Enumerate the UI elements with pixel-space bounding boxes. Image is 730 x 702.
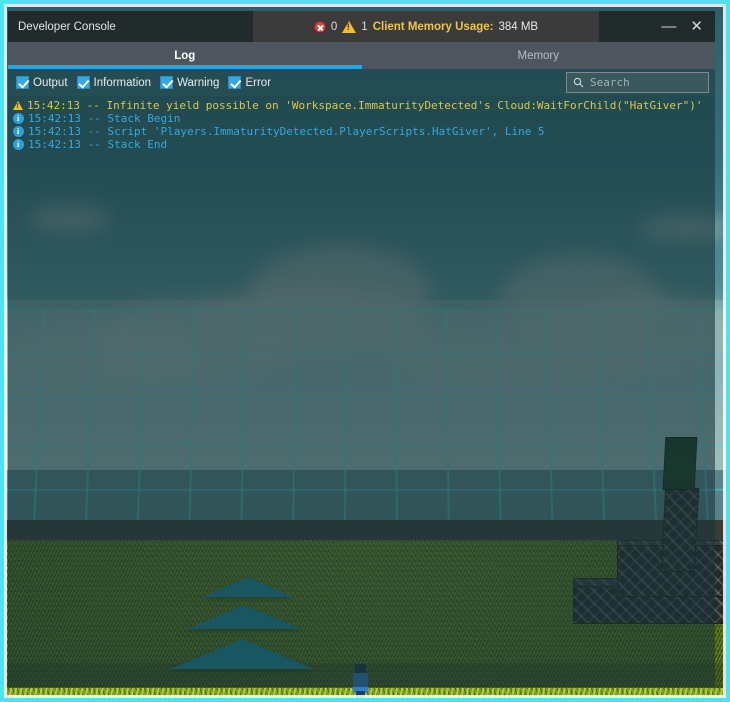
filter-information-label: Information <box>93 76 152 89</box>
filter-output-label: Output <box>33 76 68 89</box>
console-status-bar: 0 1 Client Memory Usage: 384 MB <box>253 11 599 42</box>
close-button[interactable]: ✕ <box>690 19 703 34</box>
developer-console-window[interactable]: Developer Console 0 1 Client Memory Usag… <box>8 11 715 687</box>
filter-warning[interactable]: Warning <box>160 76 219 89</box>
search-box[interactable] <box>566 72 709 93</box>
filter-output[interactable]: Output <box>16 76 68 89</box>
checkbox-checked-icon[interactable] <box>76 76 90 89</box>
warning-triangle-icon <box>342 20 357 33</box>
log-line: 15:42:13 -- Infinite yield possible on '… <box>11 99 715 112</box>
filter-warning-label: Warning <box>177 76 220 89</box>
error-circle-icon <box>313 20 326 33</box>
minimize-button[interactable]: — <box>661 19 676 34</box>
console-titlebar[interactable]: Developer Console 0 1 Client Memory Usag… <box>8 11 715 42</box>
filter-information[interactable]: Information <box>76 76 152 89</box>
log-line: 15:42:13 -- Stack Begin <box>11 112 715 125</box>
log-line-text: 15:42:13 -- Script 'Players.ImmaturityDe… <box>28 125 545 138</box>
tab-memory-label: Memory <box>517 49 560 62</box>
info-circle-icon <box>13 126 24 137</box>
warning-count: 1 <box>361 20 368 33</box>
avatar-legs <box>356 691 365 702</box>
checkbox-checked-icon[interactable] <box>160 76 174 89</box>
titlebar-left-section: Developer Console <box>8 11 253 42</box>
log-line-text: 15:42:13 -- Stack Begin <box>28 112 181 125</box>
error-count: 0 <box>330 20 338 33</box>
filter-error[interactable]: Error <box>228 76 271 89</box>
console-title: Developer Console <box>18 20 116 33</box>
warning-triangle-icon <box>13 101 23 110</box>
memory-usage-value: 384 MB <box>498 20 539 33</box>
search-input[interactable] <box>590 76 702 89</box>
memory-usage-label: Client Memory Usage: <box>372 20 494 33</box>
log-line: 15:42:13 -- Script 'Players.ImmaturityDe… <box>11 125 715 138</box>
log-line: 15:42:13 -- Stack End <box>11 138 715 151</box>
window-controls[interactable]: — ✕ <box>599 11 715 42</box>
filter-error-label: Error <box>245 76 272 89</box>
log-filter-bar[interactable]: Output Information Warning Error <box>8 69 715 96</box>
console-log-output[interactable]: 15:42:13 -- Infinite yield possible on '… <box>8 96 715 687</box>
info-circle-icon <box>13 113 24 124</box>
log-line-text: 15:42:13 -- Infinite yield possible on '… <box>27 99 703 112</box>
checkbox-checked-icon[interactable] <box>228 76 242 89</box>
search-icon <box>573 77 584 88</box>
info-circle-icon <box>13 139 24 150</box>
tab-log-label: Log <box>174 49 196 62</box>
tab-log[interactable]: Log <box>8 42 362 69</box>
console-tab-bar[interactable]: Log Memory <box>8 42 715 69</box>
log-line-text: 15:42:13 -- Stack End <box>28 138 168 151</box>
tab-memory[interactable]: Memory <box>362 42 716 69</box>
checkbox-checked-icon[interactable] <box>16 76 29 89</box>
